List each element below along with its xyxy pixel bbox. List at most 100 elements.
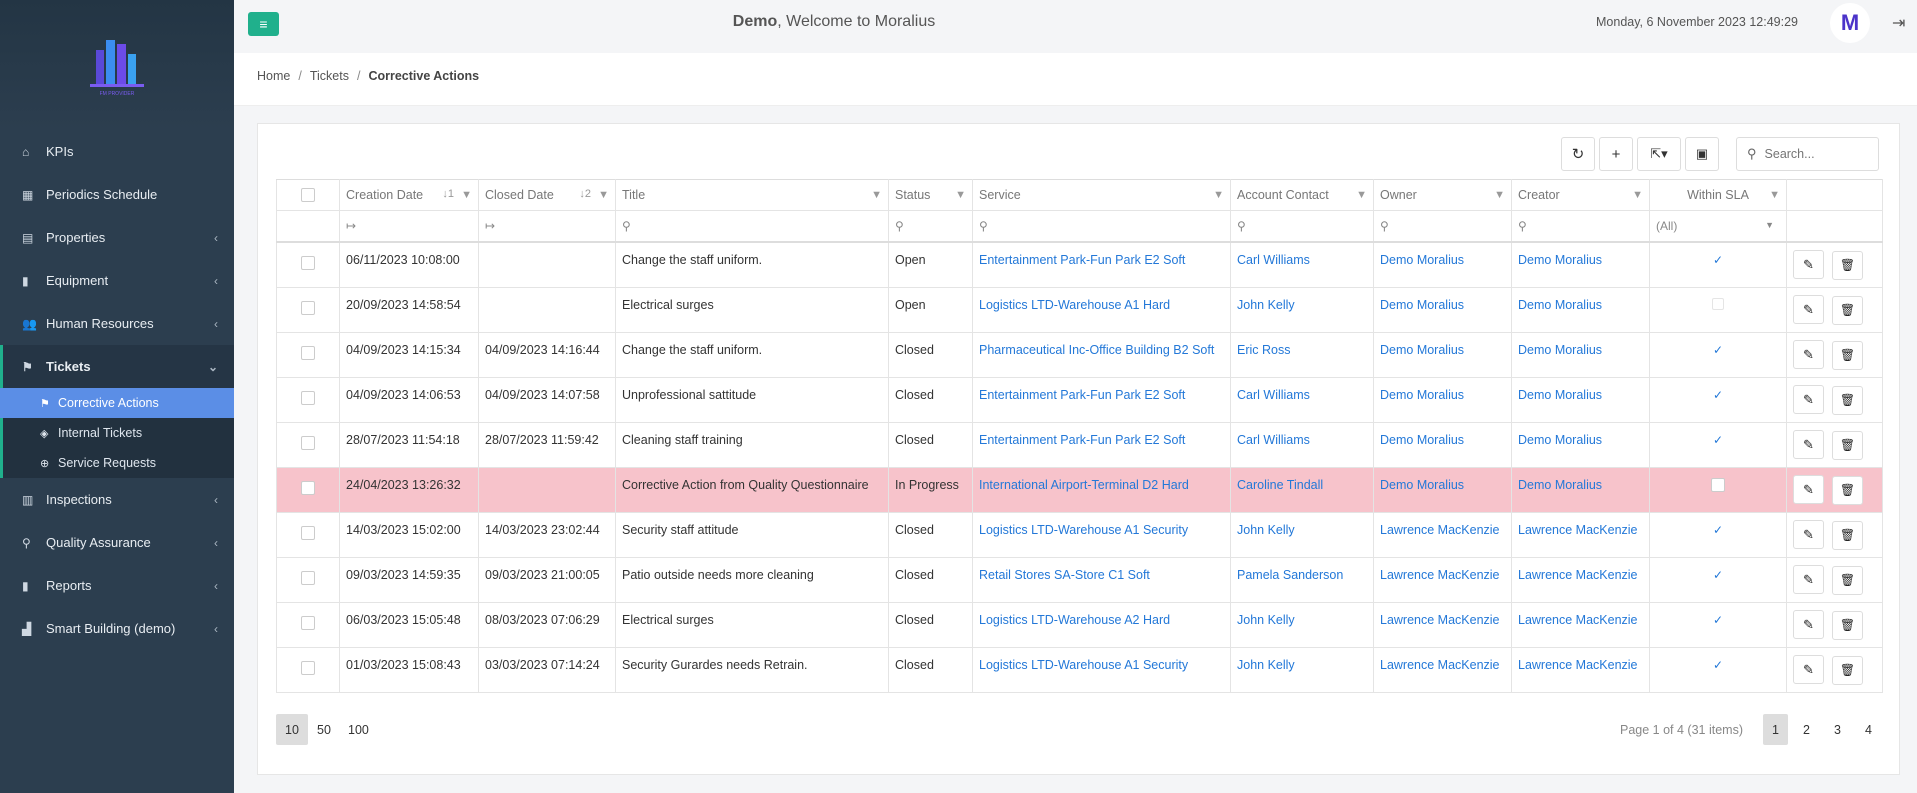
table-row[interactable]: 14/03/2023 15:02:00 14/03/2023 23:02:44 Se… — [276, 512, 1883, 558]
service-link[interactable]: Entertainment Park-Fun Park E2 Soft — [979, 253, 1185, 267]
creator-link[interactable]: Lawrence MacKenzie — [1518, 523, 1638, 537]
service-link[interactable]: Logistics LTD-Warehouse A1 Security — [979, 523, 1188, 537]
filter-within-sla-select[interactable]: (All) ▼ — [1649, 210, 1787, 243]
owner-link[interactable]: Demo Moralius — [1380, 298, 1464, 312]
avatar[interactable]: M — [1830, 3, 1870, 43]
sidebar-item-periodics-schedule[interactable]: ▦ Periodics Schedule — [0, 173, 234, 216]
service-link[interactable]: Entertainment Park-Fun Park E2 Soft — [979, 388, 1185, 402]
edit-icon[interactable]: ✎ — [1793, 384, 1824, 414]
contact-link[interactable]: John Kelly — [1237, 523, 1295, 537]
edit-icon[interactable]: ✎ — [1793, 609, 1824, 639]
table-row[interactable]: 04/09/2023 14:06:53 04/09/2023 14:07:58 Un… — [276, 377, 1883, 423]
sidebar-item-reports[interactable]: ▮ Reports ‹ — [0, 564, 234, 607]
trash-icon[interactable]: 🗑 — [1832, 475, 1863, 505]
filter-title[interactable]: ⚲ — [615, 210, 889, 243]
page-button[interactable]: 3 — [1825, 714, 1850, 745]
edit-icon[interactable]: ✎ — [1793, 654, 1824, 684]
filter-icon[interactable]: ▼ — [1769, 189, 1780, 201]
service-link[interactable]: Logistics LTD-Warehouse A1 Hard — [979, 298, 1170, 312]
sidebar-item-internal-tickets[interactable]: ◈ Internal Tickets — [3, 418, 234, 448]
trash-icon[interactable]: 🗑 — [1832, 430, 1863, 460]
col-status[interactable]: Status ▼ — [888, 179, 973, 211]
contact-link[interactable]: Carl Williams — [1237, 253, 1310, 267]
row-checkbox[interactable] — [301, 256, 315, 270]
owner-link[interactable]: Demo Moralius — [1380, 253, 1464, 267]
owner-link[interactable]: Lawrence MacKenzie — [1380, 568, 1500, 582]
filter-creation-date[interactable]: ↦ — [339, 210, 479, 243]
filter-creator[interactable]: ⚲ — [1511, 210, 1650, 243]
contact-link[interactable]: Carl Williams — [1237, 433, 1310, 447]
edit-icon[interactable]: ✎ — [1793, 250, 1824, 279]
edit-icon[interactable]: ✎ — [1793, 519, 1824, 549]
owner-link[interactable]: Lawrence MacKenzie — [1380, 613, 1500, 627]
table-row[interactable]: 24/04/2023 13:26:32 Corrective Action fro… — [276, 467, 1883, 513]
filter-closed-date[interactable]: ↦ — [478, 210, 616, 243]
select-all-checkbox[interactable] — [301, 188, 315, 202]
filter-icon[interactable]: ▼ — [1213, 189, 1224, 201]
creator-link[interactable]: Demo Moralius — [1518, 343, 1602, 357]
table-row[interactable]: 06/11/2023 10:08:00 Change the staff unif… — [276, 242, 1883, 288]
row-checkbox[interactable] — [301, 660, 315, 675]
filter-icon[interactable]: ▼ — [461, 189, 472, 201]
page-button[interactable]: 4 — [1856, 714, 1881, 745]
row-checkbox[interactable] — [301, 525, 315, 540]
col-owner[interactable]: Owner ▼ — [1373, 179, 1512, 211]
refresh-button[interactable]: ↻ — [1561, 137, 1595, 171]
trash-icon[interactable]: 🗑 — [1832, 565, 1863, 595]
table-row[interactable]: 09/03/2023 14:59:35 09/03/2023 21:00:05 Pa… — [276, 557, 1883, 603]
creator-link[interactable]: Lawrence MacKenzie — [1518, 658, 1638, 672]
column-chooser-button[interactable]: ▣ — [1685, 137, 1719, 171]
owner-link[interactable]: Lawrence MacKenzie — [1380, 658, 1500, 672]
edit-icon[interactable]: ✎ — [1793, 294, 1824, 324]
table-row[interactable]: 01/03/2023 15:08:43 03/03/2023 07:14:24 Se… — [276, 647, 1883, 693]
owner-link[interactable]: Demo Moralius — [1380, 433, 1464, 447]
filter-icon[interactable]: ▼ — [1494, 189, 1505, 201]
logout-icon[interactable]: ⇥ — [1892, 13, 1905, 33]
col-title[interactable]: Title ▼ — [615, 179, 889, 211]
row-checkbox[interactable] — [301, 570, 315, 585]
sidebar-item-tickets[interactable]: ⚑ Tickets ⌄ — [0, 345, 234, 388]
col-creation-date[interactable]: Creation Date ↓1 ▼ — [339, 179, 479, 211]
service-link[interactable]: Logistics LTD-Warehouse A2 Hard — [979, 613, 1170, 627]
sidebar-item-corrective-actions[interactable]: ⚑ Corrective Actions — [0, 388, 234, 418]
col-service[interactable]: Service ▼ — [972, 179, 1231, 211]
page-button[interactable]: 1 — [1763, 714, 1788, 745]
row-checkbox[interactable] — [301, 345, 315, 360]
filter-icon[interactable]: ▼ — [1632, 189, 1643, 201]
service-link[interactable]: Pharmaceutical Inc-Office Building B2 So… — [979, 343, 1214, 357]
creator-link[interactable]: Lawrence MacKenzie — [1518, 568, 1638, 582]
contact-link[interactable]: Eric Ross — [1237, 343, 1290, 357]
creator-link[interactable]: Demo Moralius — [1518, 478, 1602, 492]
contact-link[interactable]: Carl Williams — [1237, 388, 1310, 402]
table-row[interactable]: 28/07/2023 11:54:18 28/07/2023 11:59:42 Cl… — [276, 422, 1883, 468]
filter-icon[interactable]: ▼ — [955, 189, 966, 201]
owner-link[interactable]: Demo Moralius — [1380, 478, 1464, 492]
trash-icon[interactable]: 🗑 — [1832, 295, 1863, 325]
sidebar-item-smart-building-demo[interactable]: ▟ Smart Building (demo) ‹ — [0, 607, 234, 650]
table-row[interactable]: 06/03/2023 15:05:48 08/03/2023 07:06:29 El… — [276, 602, 1883, 648]
owner-link[interactable]: Demo Moralius — [1380, 388, 1464, 402]
filter-icon[interactable]: ▼ — [871, 189, 882, 201]
filter-service[interactable]: ⚲ — [972, 210, 1231, 243]
contact-link[interactable]: John Kelly — [1237, 298, 1295, 312]
row-checkbox[interactable] — [301, 615, 315, 630]
table-row[interactable]: 04/09/2023 14:15:34 04/09/2023 14:16:44 Ch… — [276, 332, 1883, 378]
page-size-option[interactable]: 100 — [340, 714, 377, 745]
page-size-option[interactable]: 50 — [308, 714, 340, 745]
col-within-sla[interactable]: Within SLA ▼ — [1649, 179, 1787, 211]
filter-status[interactable]: ⚲ — [888, 210, 973, 243]
creator-link[interactable]: Demo Moralius — [1518, 433, 1602, 447]
creator-link[interactable]: Demo Moralius — [1518, 388, 1602, 402]
sidebar-item-service-requests[interactable]: ⊕ Service Requests — [3, 448, 234, 478]
service-link[interactable]: Logistics LTD-Warehouse A1 Security — [979, 658, 1188, 672]
col-account-contact[interactable]: Account Contact ▼ — [1230, 179, 1374, 211]
sidebar-item-properties[interactable]: ▤ Properties ‹ — [0, 216, 234, 259]
export-button[interactable]: ⇱▾ — [1637, 137, 1681, 171]
service-link[interactable]: Retail Stores SA-Store C1 Soft — [979, 568, 1150, 582]
page-size-option[interactable]: 10 — [276, 714, 308, 745]
col-creator[interactable]: Creator ▼ — [1511, 179, 1650, 211]
row-checkbox[interactable] — [301, 480, 315, 495]
sidebar-item-kpis[interactable]: ⌂ KPIs — [0, 130, 234, 173]
sidebar-item-human-resources[interactable]: 👥 Human Resources ‹ — [0, 302, 234, 345]
creator-link[interactable]: Demo Moralius — [1518, 253, 1602, 267]
